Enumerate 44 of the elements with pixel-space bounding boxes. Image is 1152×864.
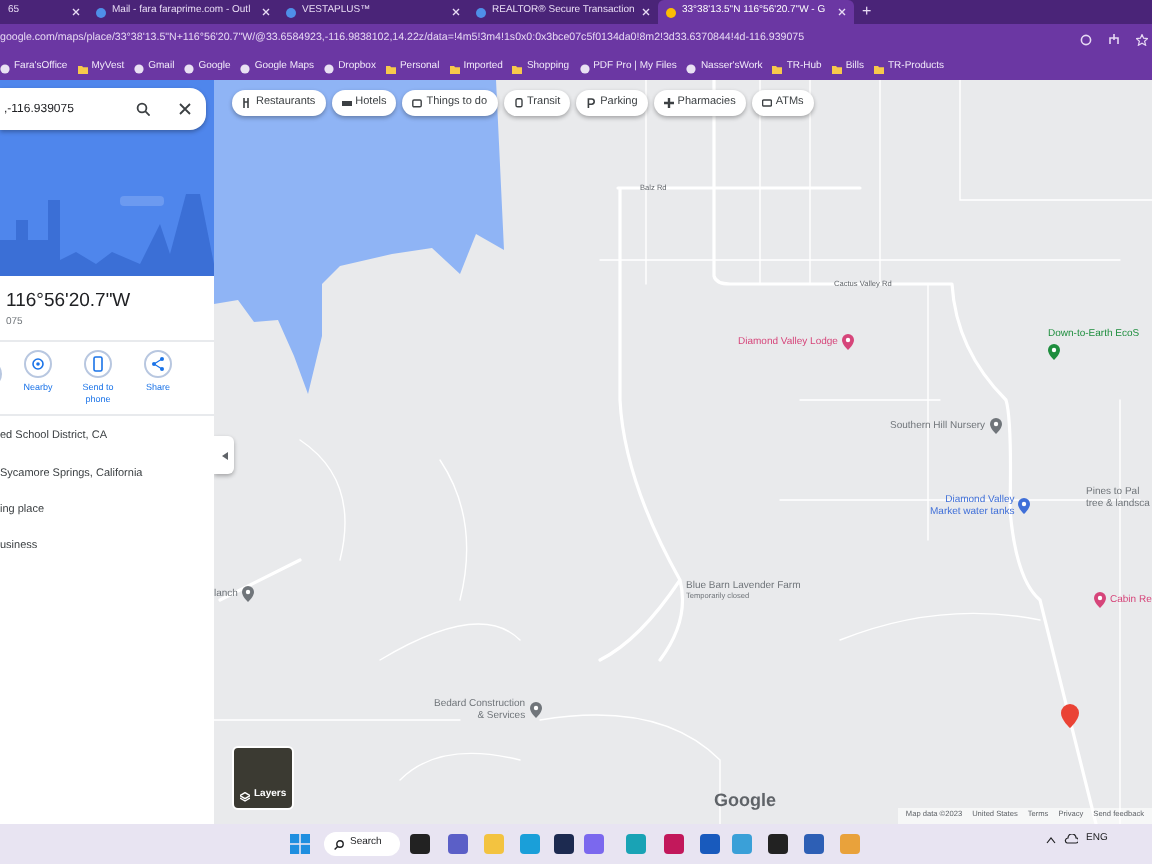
place-pin-icon[interactable] (1018, 498, 1031, 514)
favicon-icon (666, 7, 676, 17)
chevron-icon[interactable] (1046, 835, 1056, 844)
folder-icon (77, 63, 88, 73)
parking-icon (586, 98, 597, 108)
layers-icon (240, 792, 250, 802)
favicon-icon (96, 7, 106, 17)
search-icon[interactable] (136, 102, 150, 116)
extension-icon[interactable] (1080, 34, 1092, 46)
site-icon (240, 63, 251, 73)
place-title: 116°56'20.7"W (6, 288, 133, 316)
site-icon (686, 63, 697, 73)
folder-icon (772, 63, 783, 73)
favicon-icon (286, 7, 296, 17)
close-icon[interactable] (178, 102, 192, 116)
site-icon (324, 63, 335, 73)
site-icon (579, 63, 590, 73)
site-icon (134, 63, 145, 73)
favicon-icon (476, 7, 486, 17)
place-pin-icon[interactable] (989, 418, 1002, 434)
place-pin-icon[interactable] (841, 334, 854, 350)
collapse-button[interactable] (214, 436, 234, 474)
place-pin-icon[interactable] (529, 702, 542, 718)
phone-icon (88, 353, 108, 374)
site-icon (184, 63, 195, 73)
search-icon (334, 839, 344, 849)
folder-icon (385, 63, 396, 73)
folder-icon (512, 63, 523, 73)
start-button[interactable] (290, 834, 310, 854)
place-pin-icon[interactable] (241, 586, 254, 602)
folder-icon (449, 63, 460, 73)
folder-icon (831, 63, 842, 73)
place-pin-icon[interactable] (1048, 344, 1060, 360)
star-icon[interactable] (1136, 34, 1148, 46)
google-logo: Google (714, 788, 776, 814)
folder-icon (874, 63, 884, 73)
caret-icon (221, 451, 227, 459)
new-tab-button[interactable]: + (854, 0, 880, 24)
place-pin-icon[interactable] (1094, 592, 1106, 608)
cross-icon (663, 98, 674, 108)
site-icon (0, 63, 10, 73)
nearby-icon (28, 353, 48, 374)
location-marker-icon (1061, 704, 1079, 728)
cloud-icon[interactable] (1064, 834, 1078, 845)
